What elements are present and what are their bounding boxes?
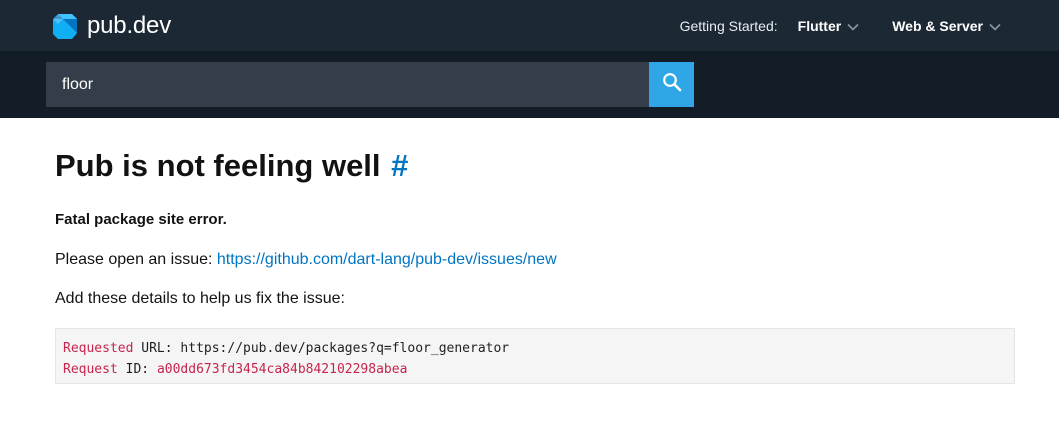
code-id-label: ID: [117, 362, 157, 377]
error-content: Pub is not feeling well # Fatal package … [55, 118, 1015, 384]
search-icon [662, 72, 682, 97]
code-keyword: Request [63, 362, 118, 377]
details-intro: Add these details to help us fix the iss… [55, 290, 345, 307]
page-title: Pub is not feeling well # [55, 148, 1015, 184]
dart-logo-icon [52, 13, 78, 40]
request-id-value: a00dd673fd3454ca84b842102298abea [156, 362, 408, 377]
getting-started-label: Getting Started: [679, 17, 778, 34]
chevron-down-icon [989, 18, 1001, 34]
page-title-text: Pub is not feeling well [55, 148, 381, 183]
code-keyword: Requested [63, 341, 134, 356]
fatal-error-text: Fatal package site error. [55, 211, 227, 228]
site-header: pub.dev Getting Started: Flutter Web & S… [0, 0, 1059, 51]
issue-paragraph: Please open an issue: https://github.com… [55, 250, 1015, 270]
chevron-down-icon [847, 18, 859, 34]
title-anchor-link[interactable]: # [391, 148, 408, 183]
error-details-code: Requested URL: https://pub.dev/packages?… [55, 328, 1015, 384]
code-url-line: URL: https://pub.dev/packages?q=floor_ge… [133, 341, 510, 356]
search-input[interactable] [46, 62, 649, 107]
nav-flutter-label: Flutter [797, 17, 842, 34]
nav-web-server-dropdown[interactable]: Web & Server [892, 18, 1001, 34]
logo-text: pub.dev [87, 12, 172, 39]
logo-link[interactable]: pub.dev [52, 12, 171, 40]
new-issue-link[interactable]: https://github.com/dart-lang/pub-dev/iss… [217, 251, 557, 268]
search-button[interactable] [649, 62, 694, 107]
nav-flutter-dropdown[interactable]: Flutter [798, 18, 860, 34]
top-nav: Getting Started: Flutter Web & Server [680, 0, 1001, 51]
nav-web-server-label: Web & Server [892, 17, 983, 34]
search-bar [0, 51, 1059, 118]
issue-prefix: Please open an issue: [55, 251, 217, 268]
